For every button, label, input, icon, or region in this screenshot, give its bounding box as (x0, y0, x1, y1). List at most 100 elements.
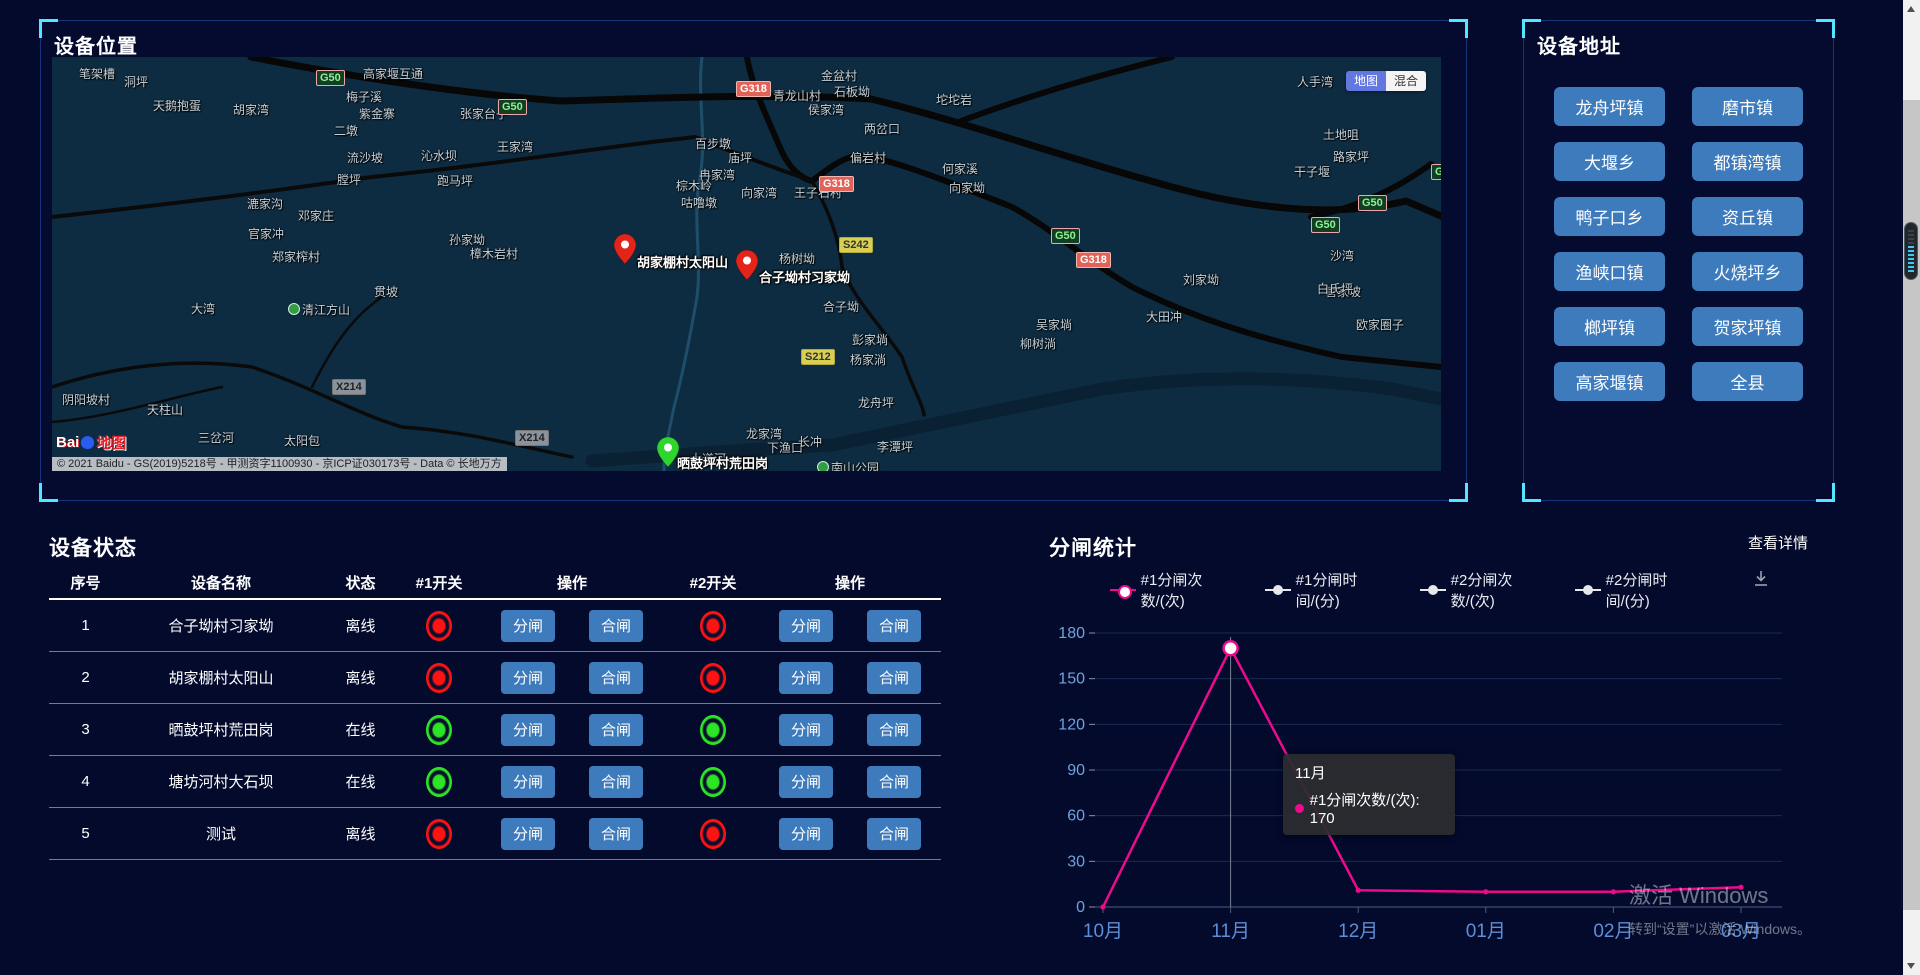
table-header-cell: 设备名称 (122, 572, 320, 593)
legend-item[interactable]: #1分闸次数/(次) (1110, 569, 1245, 611)
map-place-label: 阴阳坡村 (62, 391, 110, 408)
baidu-map-word: 地图 (96, 432, 126, 453)
map-pin-red[interactable] (614, 234, 636, 264)
address-button[interactable]: 鸭子口乡 (1554, 197, 1665, 236)
device-name: 塘坊河村大石坝 (122, 771, 320, 792)
map-place-label: 官家冲 (248, 225, 284, 242)
map-place-label: 欧家圈子 (1356, 316, 1404, 333)
switch1-ops: 分闸 合闸 (477, 714, 667, 746)
table-header-cell: 操作 (477, 572, 667, 593)
map-place-label: 土地咀 (1323, 126, 1359, 143)
open-switch-button[interactable]: 分闸 (501, 662, 555, 694)
device-name: 胡家棚村太阳山 (122, 667, 320, 688)
close-switch-button[interactable]: 合闸 (589, 818, 643, 850)
chart-tooltip: 11月 #1分闸次数/(次): 170 (1283, 754, 1455, 835)
table-row: 5测试离线分闸合闸分闸合闸 (49, 808, 941, 860)
close-switch-button[interactable]: 合闸 (867, 610, 921, 642)
open-switch-button[interactable]: 分闸 (501, 610, 555, 642)
road-badge: G50 (1051, 228, 1080, 244)
address-button[interactable]: 大堰乡 (1554, 142, 1665, 181)
address-button[interactable]: 榔坪镇 (1554, 307, 1665, 346)
map-place-label: 坨坨岩 (936, 91, 972, 108)
open-switch-button[interactable]: 分闸 (779, 714, 833, 746)
svg-text:60: 60 (1067, 808, 1085, 825)
switch1-cell (401, 767, 477, 797)
open-switch-button[interactable]: 分闸 (501, 714, 555, 746)
page-scrollbar[interactable] (1903, 0, 1920, 975)
device-status: 在线 (320, 719, 401, 740)
close-switch-button[interactable]: 合闸 (867, 662, 921, 694)
switch2-ops: 分闸 合闸 (759, 818, 941, 850)
switch1-ops: 分闸 合闸 (477, 610, 667, 642)
address-panel-title: 设备地址 (1537, 30, 1621, 59)
map-place-label: 偏岩村 (850, 149, 886, 166)
open-switch-button[interactable]: 分闸 (779, 818, 833, 850)
map-place-label: 贯坡 (374, 283, 398, 300)
close-switch-button[interactable]: 合闸 (867, 818, 921, 850)
status-section-title: 设备状态 (49, 532, 137, 562)
row-index: 5 (49, 825, 122, 842)
device-name: 晒鼓坪村荒田岗 (122, 719, 320, 740)
switch1-cell (401, 663, 477, 693)
road-badge: X214 (515, 430, 549, 446)
map-pin-label: 合子坳村习家坳 (759, 267, 850, 286)
chart-legend: #1分闸次数/(次) #1分闸时间/(分) #2分闸次数/(次) #2分闸时间/(分) (1110, 569, 1710, 611)
switch1-ops: 分闸 合闸 (477, 766, 667, 798)
map-place-label: 梅子溪 (346, 88, 382, 105)
map-place-label: 彭家埫 (852, 331, 888, 348)
address-button[interactable]: 高家堰镇 (1554, 362, 1665, 401)
road-badge: G318 (736, 81, 771, 97)
switch2-cell (667, 715, 759, 745)
map-place-label: 李潭坪 (877, 438, 913, 455)
map-place-label: 樟木岩村 (470, 245, 518, 262)
map-toggle-option-map[interactable]: 地图 (1346, 71, 1386, 91)
scrollbar-up-arrow[interactable] (1907, 6, 1915, 12)
view-details-link[interactable]: 查看详情 (1748, 532, 1808, 553)
switch-indicator-red (426, 819, 452, 849)
baidu-map[interactable]: 笔架槽洞坪天鹅抱蛋胡家湾高家堰互通梅子溪紫金寨二墩流沙坡沁水坝跑马坪膛坪漉家沟邓… (52, 57, 1441, 471)
address-button[interactable]: 火烧坪乡 (1692, 252, 1803, 291)
table-row: 2胡家棚村太阳山离线分闸合闸分闸合闸 (49, 652, 941, 704)
map-toggle-option-hybrid[interactable]: 混合 (1386, 71, 1426, 91)
close-switch-button[interactable]: 合闸 (867, 714, 921, 746)
open-switch-button[interactable]: 分闸 (779, 766, 833, 798)
legend-item[interactable]: #2分闸时间/(分) (1575, 569, 1710, 611)
map-place-label: 庙坪 (728, 149, 752, 166)
map-pin-red[interactable] (736, 250, 758, 280)
legend-item[interactable]: #1分闸时间/(分) (1265, 569, 1400, 611)
svg-text:180: 180 (1058, 625, 1085, 642)
svg-text:01月: 01月 (1466, 921, 1506, 942)
address-button[interactable]: 都镇湾镇 (1692, 142, 1803, 181)
legend-item[interactable]: #2分闸次数/(次) (1420, 569, 1555, 611)
map-place-label: 天柱山 (147, 401, 183, 418)
close-switch-button[interactable]: 合闸 (589, 714, 643, 746)
close-switch-button[interactable]: 合闸 (589, 662, 643, 694)
map-pin-label: 晒鼓坪村荒田岗 (677, 453, 768, 471)
address-button[interactable]: 全县 (1692, 362, 1803, 401)
scrollbar-down-arrow[interactable] (1907, 963, 1915, 969)
row-index: 2 (49, 669, 122, 686)
open-switch-button[interactable]: 分闸 (501, 818, 555, 850)
open-switch-button[interactable]: 分闸 (779, 610, 833, 642)
map-pin-green[interactable] (657, 437, 679, 467)
open-switch-button[interactable]: 分闸 (501, 766, 555, 798)
address-button[interactable]: 资丘镇 (1692, 197, 1803, 236)
address-button[interactable]: 龙舟坪镇 (1554, 87, 1665, 126)
road-badge: G50 (1311, 217, 1340, 233)
download-icon[interactable] (1751, 568, 1771, 593)
svg-text:150: 150 (1058, 671, 1085, 688)
switch-indicator-green (700, 767, 726, 797)
address-button[interactable]: 磨市镇 (1692, 87, 1803, 126)
device-status: 离线 (320, 615, 401, 636)
open-switch-button[interactable]: 分闸 (779, 662, 833, 694)
map-place-label: 向家湾 (741, 184, 777, 201)
close-switch-button[interactable]: 合闸 (867, 766, 921, 798)
address-button[interactable]: 渔峡口镇 (1554, 252, 1665, 291)
map-place-label: 干子堰 (1294, 163, 1330, 180)
close-switch-button[interactable]: 合闸 (589, 766, 643, 798)
svg-text:120: 120 (1058, 716, 1085, 733)
address-button[interactable]: 贺家坪镇 (1692, 307, 1803, 346)
park-icon (817, 461, 829, 471)
close-switch-button[interactable]: 合闸 (589, 610, 643, 642)
switch1-ops: 分闸 合闸 (477, 818, 667, 850)
